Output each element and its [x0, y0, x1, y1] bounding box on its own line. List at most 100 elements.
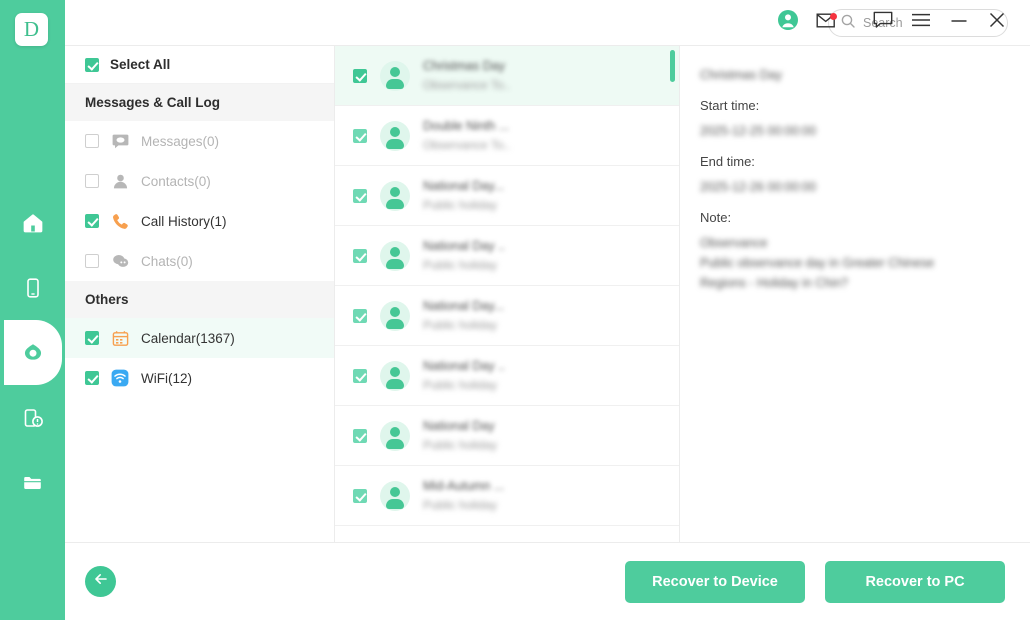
- category-item-messages[interactable]: Messages(0): [65, 121, 334, 161]
- row-text: Christmas Day Observance To..: [423, 59, 679, 92]
- row-title: National Day...: [423, 299, 505, 313]
- start-time-value: 2025-12-25 00:00:00: [700, 124, 817, 138]
- end-time-label: End time:: [700, 154, 755, 169]
- row-checkbox[interactable]: [353, 428, 367, 443]
- messages-icon: [110, 133, 130, 150]
- start-time-label: Start time:: [700, 98, 760, 113]
- avatar: [380, 480, 410, 511]
- category-label: WiFi(12): [141, 370, 192, 386]
- back-arrow-icon: [93, 571, 109, 592]
- row-checkbox[interactable]: [353, 68, 367, 83]
- messages-checkbox[interactable]: [85, 134, 99, 148]
- navigation-rail: D: [0, 0, 65, 620]
- rail-item-list: [0, 190, 65, 515]
- row-checkbox[interactable]: [353, 188, 367, 203]
- select-all-row[interactable]: Select All: [65, 46, 334, 84]
- wifi-checkbox[interactable]: [85, 371, 99, 385]
- recover-to-pc-button[interactable]: Recover to PC: [825, 560, 1005, 603]
- category-item-wifi[interactable]: WiFi(12): [65, 358, 334, 398]
- detail-content: Christmas Day Start time: 2025-12-25 00:…: [680, 46, 1030, 296]
- account-button[interactable]: [769, 3, 807, 43]
- row-subtitle: Public holiday: [423, 378, 498, 392]
- row-checkbox[interactable]: [353, 368, 367, 383]
- category-item-call-history[interactable]: Call History(1): [65, 201, 334, 241]
- row-subtitle: Public holiday: [423, 498, 498, 512]
- row-text: National Day... Public holiday: [423, 179, 679, 212]
- list-item[interactable]: National Day Public holiday: [335, 406, 679, 466]
- group-title: Messages & Call Log: [85, 95, 221, 110]
- category-item-calendar[interactable]: Calendar(1367): [65, 318, 334, 358]
- rail-item-device[interactable]: [0, 255, 65, 320]
- rail-item-recover[interactable]: [4, 320, 62, 385]
- row-title: National Day ..: [423, 239, 505, 253]
- list-item[interactable]: National Day .. Public holiday: [335, 346, 679, 406]
- recover-icon: [19, 339, 47, 367]
- list-item[interactable]: Double Ninth ... Observance To..: [335, 106, 679, 166]
- row-subtitle: Public holiday: [423, 198, 498, 212]
- feedback-button[interactable]: [864, 3, 902, 43]
- avatar: [380, 300, 410, 331]
- end-time-value: 2025-12-26 00:00:00: [700, 180, 817, 194]
- record-list-panel: Christmas Day Observance To.. Double Nin…: [335, 46, 680, 542]
- recover-to-device-button[interactable]: Recover to Device: [625, 560, 805, 603]
- row-checkbox[interactable]: [353, 248, 367, 263]
- rail-item-repair[interactable]: [0, 385, 65, 450]
- contacts-checkbox[interactable]: [85, 174, 99, 188]
- list-scrollbar[interactable]: [670, 50, 675, 82]
- row-subtitle: Public holiday: [423, 258, 498, 272]
- row-title: Christmas Day: [423, 59, 505, 73]
- row-title: National Day ..: [423, 359, 505, 373]
- wifi-icon: [110, 369, 130, 387]
- rail-item-home[interactable]: [0, 190, 65, 255]
- close-button[interactable]: [978, 3, 1016, 43]
- list-item[interactable]: National Day .. Public holiday: [335, 226, 679, 286]
- chats-checkbox[interactable]: [85, 254, 99, 268]
- device-icon: [21, 276, 45, 300]
- group-header-messages: Messages & Call Log: [65, 84, 334, 121]
- list-item[interactable]: Christmas Day Observance To..: [335, 46, 679, 106]
- row-checkbox[interactable]: [353, 128, 367, 143]
- calendar-icon: [110, 330, 130, 347]
- home-icon: [21, 211, 45, 235]
- category-panel: Select All Messages & Call Log Messages(…: [65, 46, 335, 542]
- account-icon: [777, 9, 799, 36]
- select-all-checkbox[interactable]: [85, 57, 99, 72]
- mail-badge: [830, 12, 837, 20]
- row-checkbox[interactable]: [353, 488, 367, 503]
- row-title: National Day...: [423, 179, 505, 193]
- minimize-button[interactable]: [940, 3, 978, 43]
- category-item-chats[interactable]: Chats(0): [65, 241, 334, 281]
- row-subtitle: Observance To..: [423, 138, 511, 152]
- calendar-checkbox[interactable]: [85, 331, 99, 345]
- avatar: [380, 180, 410, 211]
- category-label: Calendar(1367): [141, 330, 235, 346]
- avatar: [380, 120, 410, 151]
- chats-icon: [110, 253, 130, 270]
- row-text: National Day .. Public holiday: [423, 239, 679, 272]
- group-title: Others: [85, 292, 129, 307]
- avatar: [380, 60, 410, 91]
- row-checkbox[interactable]: [353, 308, 367, 323]
- detail-title: Christmas Day: [700, 68, 782, 82]
- row-text: National Day... Public holiday: [423, 299, 679, 332]
- row-text: National Day Public holiday: [423, 419, 679, 452]
- menu-button[interactable]: [902, 3, 940, 43]
- avatar: [380, 420, 410, 451]
- menu-icon: [911, 13, 931, 32]
- application-window: D Select All Messages & Call Log Message…: [0, 0, 1030, 620]
- back-button[interactable]: [85, 566, 116, 597]
- note-line: Observance: [700, 236, 768, 250]
- call-history-checkbox[interactable]: [85, 214, 99, 228]
- group-header-others: Others: [65, 281, 334, 318]
- list-item[interactable]: Mid-Autumn ... Public holiday: [335, 466, 679, 526]
- row-text: Double Ninth ... Observance To..: [423, 119, 679, 152]
- rail-item-files[interactable]: [0, 450, 65, 515]
- list-item[interactable]: National Day... Public holiday: [335, 166, 679, 226]
- row-text: Mid-Autumn ... Public holiday: [423, 479, 679, 512]
- title-bar-icons: [769, 3, 1016, 43]
- app-logo: D: [15, 13, 48, 46]
- category-item-contacts[interactable]: Contacts(0): [65, 161, 334, 201]
- list-item[interactable]: National Day... Public holiday: [335, 286, 679, 346]
- mail-button[interactable]: [807, 3, 845, 43]
- category-label: Contacts(0): [141, 173, 211, 189]
